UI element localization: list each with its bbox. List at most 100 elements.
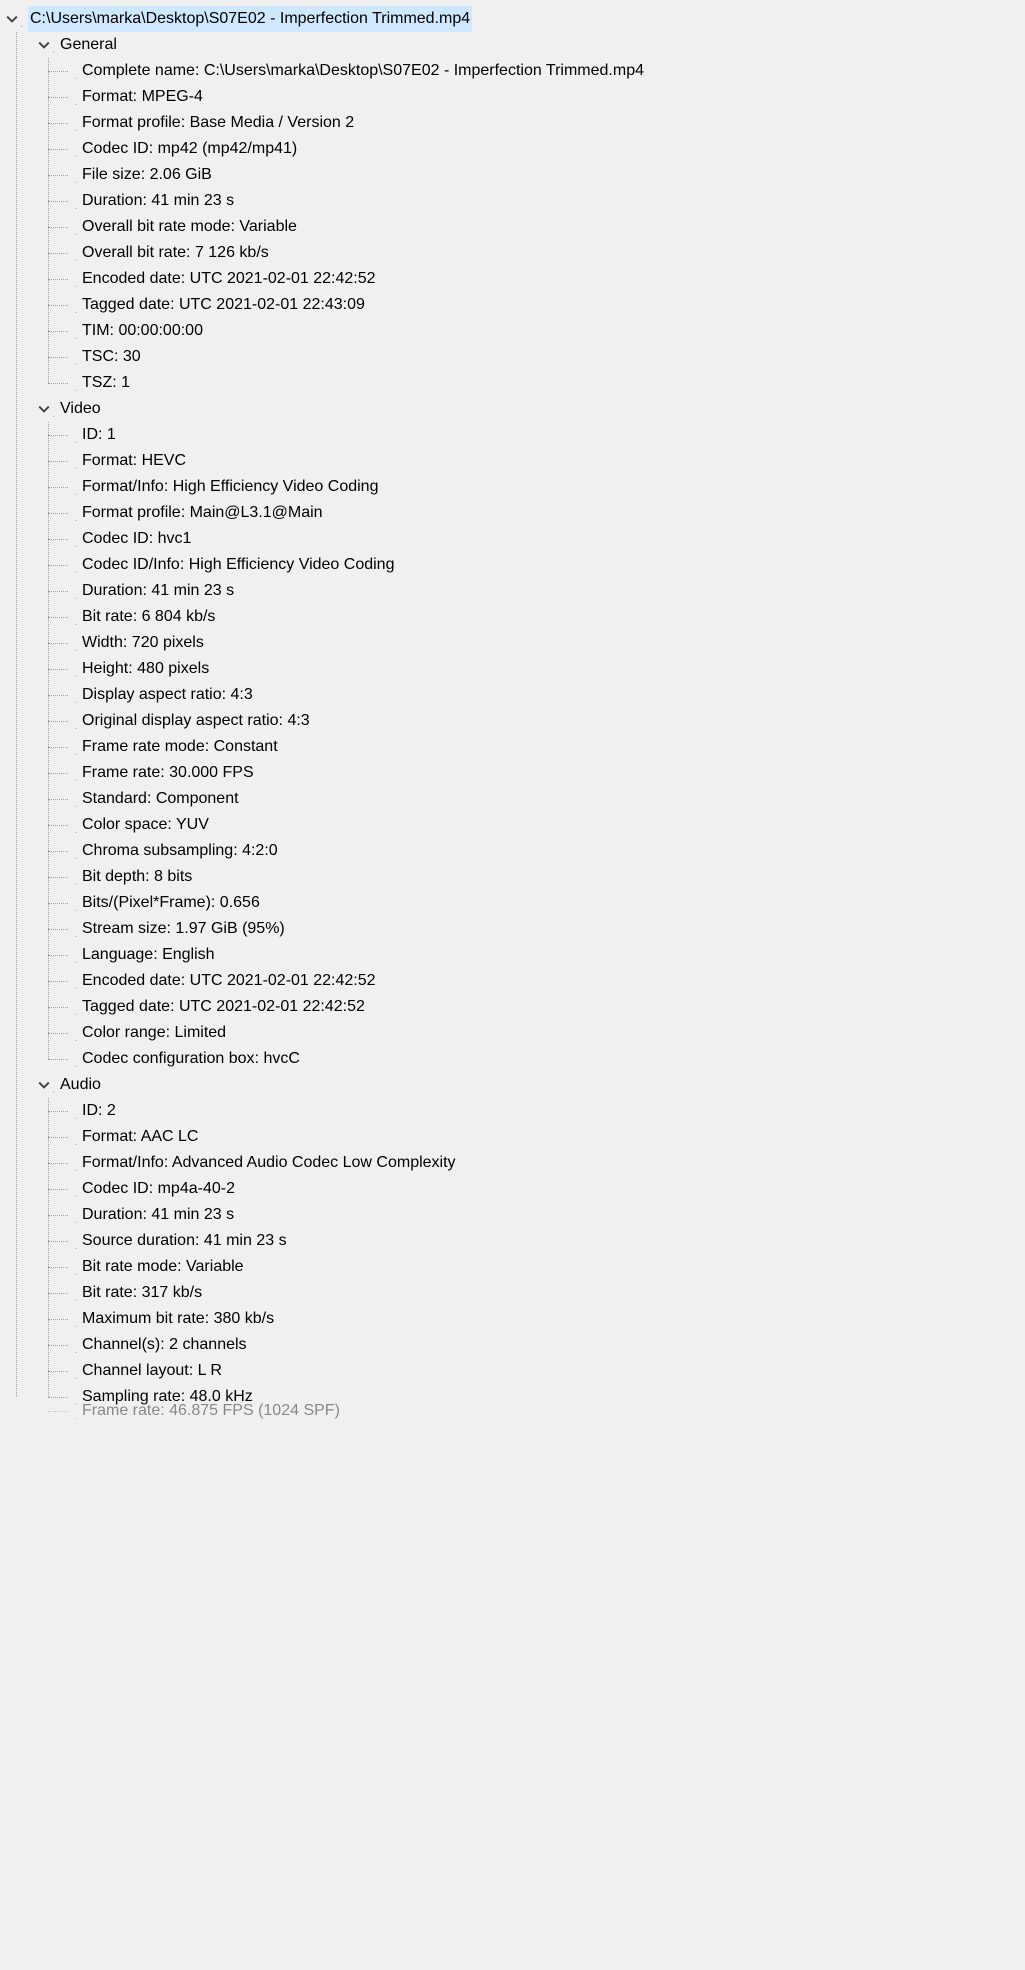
property-row[interactable]: ·Tagged date: UTC 2021-02-01 22:42:52 — [74, 994, 1025, 1020]
property-text: Overall bit rate mode: Variable — [82, 214, 297, 240]
property-row[interactable]: ·TSZ: 1 — [74, 370, 1025, 396]
mediainfo-tree: · C:\Users\marka\Desktop\S07E02 - Imperf… — [0, 0, 1025, 1410]
property-text: Format: AAC LC — [82, 1124, 198, 1150]
property-row[interactable]: ·Duration: 41 min 23 s — [74, 1202, 1025, 1228]
node-dot-icon: · — [74, 378, 80, 384]
chevron-down-icon[interactable] — [38, 1079, 50, 1091]
property-text: ID: 1 — [82, 422, 116, 448]
node-dot-icon: · — [74, 1210, 80, 1216]
property-text: Format: MPEG-4 — [82, 84, 203, 110]
node-dot-icon: · — [74, 690, 80, 696]
property-text: Channel layout: L R — [82, 1358, 222, 1384]
property-row[interactable]: ·File size: 2.06 GiB — [74, 162, 1025, 188]
property-text: Complete name: C:\Users\marka\Desktop\S0… — [82, 58, 644, 84]
property-row[interactable]: ·Tagged date: UTC 2021-02-01 22:43:09 — [74, 292, 1025, 318]
property-text: Stream size: 1.97 GiB (95%) — [82, 916, 285, 942]
property-row[interactable]: ·Encoded date: UTC 2021-02-01 22:42:52 — [74, 266, 1025, 292]
property-row[interactable]: ·Source duration: 41 min 23 s — [74, 1228, 1025, 1254]
property-text: Format/Info: High Efficiency Video Codin… — [82, 474, 378, 500]
property-row[interactable]: ·Color space: YUV — [74, 812, 1025, 838]
property-text: Width: 720 pixels — [82, 630, 204, 656]
property-row[interactable]: ·Overall bit rate mode: Variable — [74, 214, 1025, 240]
property-text: Duration: 41 min 23 s — [82, 188, 234, 214]
property-row[interactable]: ·Channel layout: L R — [74, 1358, 1025, 1384]
node-dot-icon: · — [74, 638, 80, 644]
property-row[interactable]: ·Bit rate: 317 kb/s — [74, 1280, 1025, 1306]
property-text: Height: 480 pixels — [82, 656, 209, 682]
property-text: Codec ID/Info: High Efficiency Video Cod… — [82, 552, 394, 578]
property-row[interactable]: ·Encoded date: UTC 2021-02-01 22:42:52 — [74, 968, 1025, 994]
section-row-general[interactable]: ·General — [38, 32, 1025, 58]
property-row-partial: ·Frame rate: 46.875 FPS (1024 SPF) — [74, 1398, 340, 1424]
property-row[interactable]: ·Bit rate: 6 804 kb/s — [74, 604, 1025, 630]
file-path-label[interactable]: C:\Users\marka\Desktop\S07E02 - Imperfec… — [28, 6, 472, 32]
property-row[interactable]: ·Frame rate: 30.000 FPS — [74, 760, 1025, 786]
property-row[interactable]: ·Duration: 41 min 23 s — [74, 578, 1025, 604]
property-text: TSZ: 1 — [82, 370, 130, 396]
property-row[interactable]: ·Duration: 41 min 23 s — [74, 188, 1025, 214]
property-text: TSC: 30 — [82, 344, 141, 370]
property-row[interactable]: ·ID: 1 — [74, 422, 1025, 448]
property-row[interactable]: ·Stream size: 1.97 GiB (95%) — [74, 916, 1025, 942]
chevron-down-icon[interactable] — [38, 403, 50, 415]
property-text: Channel(s): 2 channels — [82, 1332, 247, 1358]
property-text: Frame rate: 46.875 FPS (1024 SPF) — [82, 1398, 340, 1424]
property-row[interactable]: ·Language: English — [74, 942, 1025, 968]
section-row-audio[interactable]: ·Audio — [38, 1072, 1025, 1098]
property-text: Format profile: Base Media / Version 2 — [82, 110, 354, 136]
node-dot-icon: · — [74, 92, 80, 98]
property-row[interactable]: ·Bits/(Pixel*Frame): 0.656 — [74, 890, 1025, 916]
section-children-audio: ·ID: 2·Format: AAC LC·Format/Info: Advan… — [48, 1098, 1025, 1410]
property-row[interactable]: ·Color range: Limited — [74, 1020, 1025, 1046]
property-row[interactable]: ·ID: 2 — [74, 1098, 1025, 1124]
property-row[interactable]: ·Codec ID: mp4a-40-2 — [74, 1176, 1025, 1202]
property-row[interactable]: ·Format/Info: Advanced Audio Codec Low C… — [74, 1150, 1025, 1176]
section-label: Audio — [60, 1072, 101, 1098]
property-row[interactable]: ·Format/Info: High Efficiency Video Codi… — [74, 474, 1025, 500]
section-row-video[interactable]: ·Video — [38, 396, 1025, 422]
property-row[interactable]: ·Original display aspect ratio: 4:3 — [74, 708, 1025, 734]
property-row[interactable]: ·Overall bit rate: 7 126 kb/s — [74, 240, 1025, 266]
property-row[interactable]: ·Chroma subsampling: 4:2:0 — [74, 838, 1025, 864]
section-label: Video — [60, 396, 101, 422]
property-row[interactable]: ·Format: MPEG-4 — [74, 84, 1025, 110]
property-row[interactable]: ·Codec configuration box: hvcC — [74, 1046, 1025, 1072]
node-dot-icon: · — [74, 1184, 80, 1190]
property-text: Duration: 41 min 23 s — [82, 1202, 234, 1228]
property-row[interactable]: ·Format profile: Main@L3.1@Main — [74, 500, 1025, 526]
node-dot-icon: · — [74, 170, 80, 176]
property-row[interactable]: ·Codec ID: mp42 (mp42/mp41) — [74, 136, 1025, 162]
property-row[interactable]: ·Maximum bit rate: 380 kb/s — [74, 1306, 1025, 1332]
property-text: Color space: YUV — [82, 812, 209, 838]
property-text: Format profile: Main@L3.1@Main — [82, 500, 323, 526]
property-row[interactable]: ·Codec ID: hvc1 — [74, 526, 1025, 552]
property-row[interactable]: ·TIM: 00:00:00:00 — [74, 318, 1025, 344]
property-row[interactable]: ·Complete name: C:\Users\marka\Desktop\S… — [74, 58, 1025, 84]
property-row[interactable]: ·Frame rate mode: Constant — [74, 734, 1025, 760]
property-row[interactable]: ·Channel(s): 2 channels — [74, 1332, 1025, 1358]
property-row[interactable]: ·Bit depth: 8 bits — [74, 864, 1025, 890]
property-row[interactable]: ·Display aspect ratio: 4:3 — [74, 682, 1025, 708]
property-row[interactable]: ·Standard: Component — [74, 786, 1025, 812]
node-dot-icon: · — [74, 560, 80, 566]
property-text: Bit rate: 317 kb/s — [82, 1280, 202, 1306]
property-row[interactable]: ·Bit rate mode: Variable — [74, 1254, 1025, 1280]
property-text: Format: HEVC — [82, 448, 186, 474]
node-dot-icon: · — [74, 1158, 80, 1164]
node-dot-icon: · — [74, 950, 80, 956]
property-row[interactable]: ·Codec ID/Info: High Efficiency Video Co… — [74, 552, 1025, 578]
property-text: Bit depth: 8 bits — [82, 864, 192, 890]
chevron-down-icon[interactable] — [38, 39, 50, 51]
node-dot-icon: · — [52, 1080, 58, 1086]
chevron-down-icon[interactable] — [6, 13, 18, 25]
property-row[interactable]: ·Height: 480 pixels — [74, 656, 1025, 682]
property-row[interactable]: ·Format profile: Base Media / Version 2 — [74, 110, 1025, 136]
property-row[interactable]: ·Format: HEVC — [74, 448, 1025, 474]
tree-root-row[interactable]: · C:\Users\marka\Desktop\S07E02 - Imperf… — [6, 6, 1025, 32]
property-row[interactable]: ·Format: AAC LC — [74, 1124, 1025, 1150]
node-dot-icon: · — [74, 1028, 80, 1034]
property-row[interactable]: ·Width: 720 pixels — [74, 630, 1025, 656]
property-row[interactable]: ·TSC: 30 — [74, 344, 1025, 370]
property-text: Duration: 41 min 23 s — [82, 578, 234, 604]
node-dot-icon: · — [74, 1106, 80, 1112]
